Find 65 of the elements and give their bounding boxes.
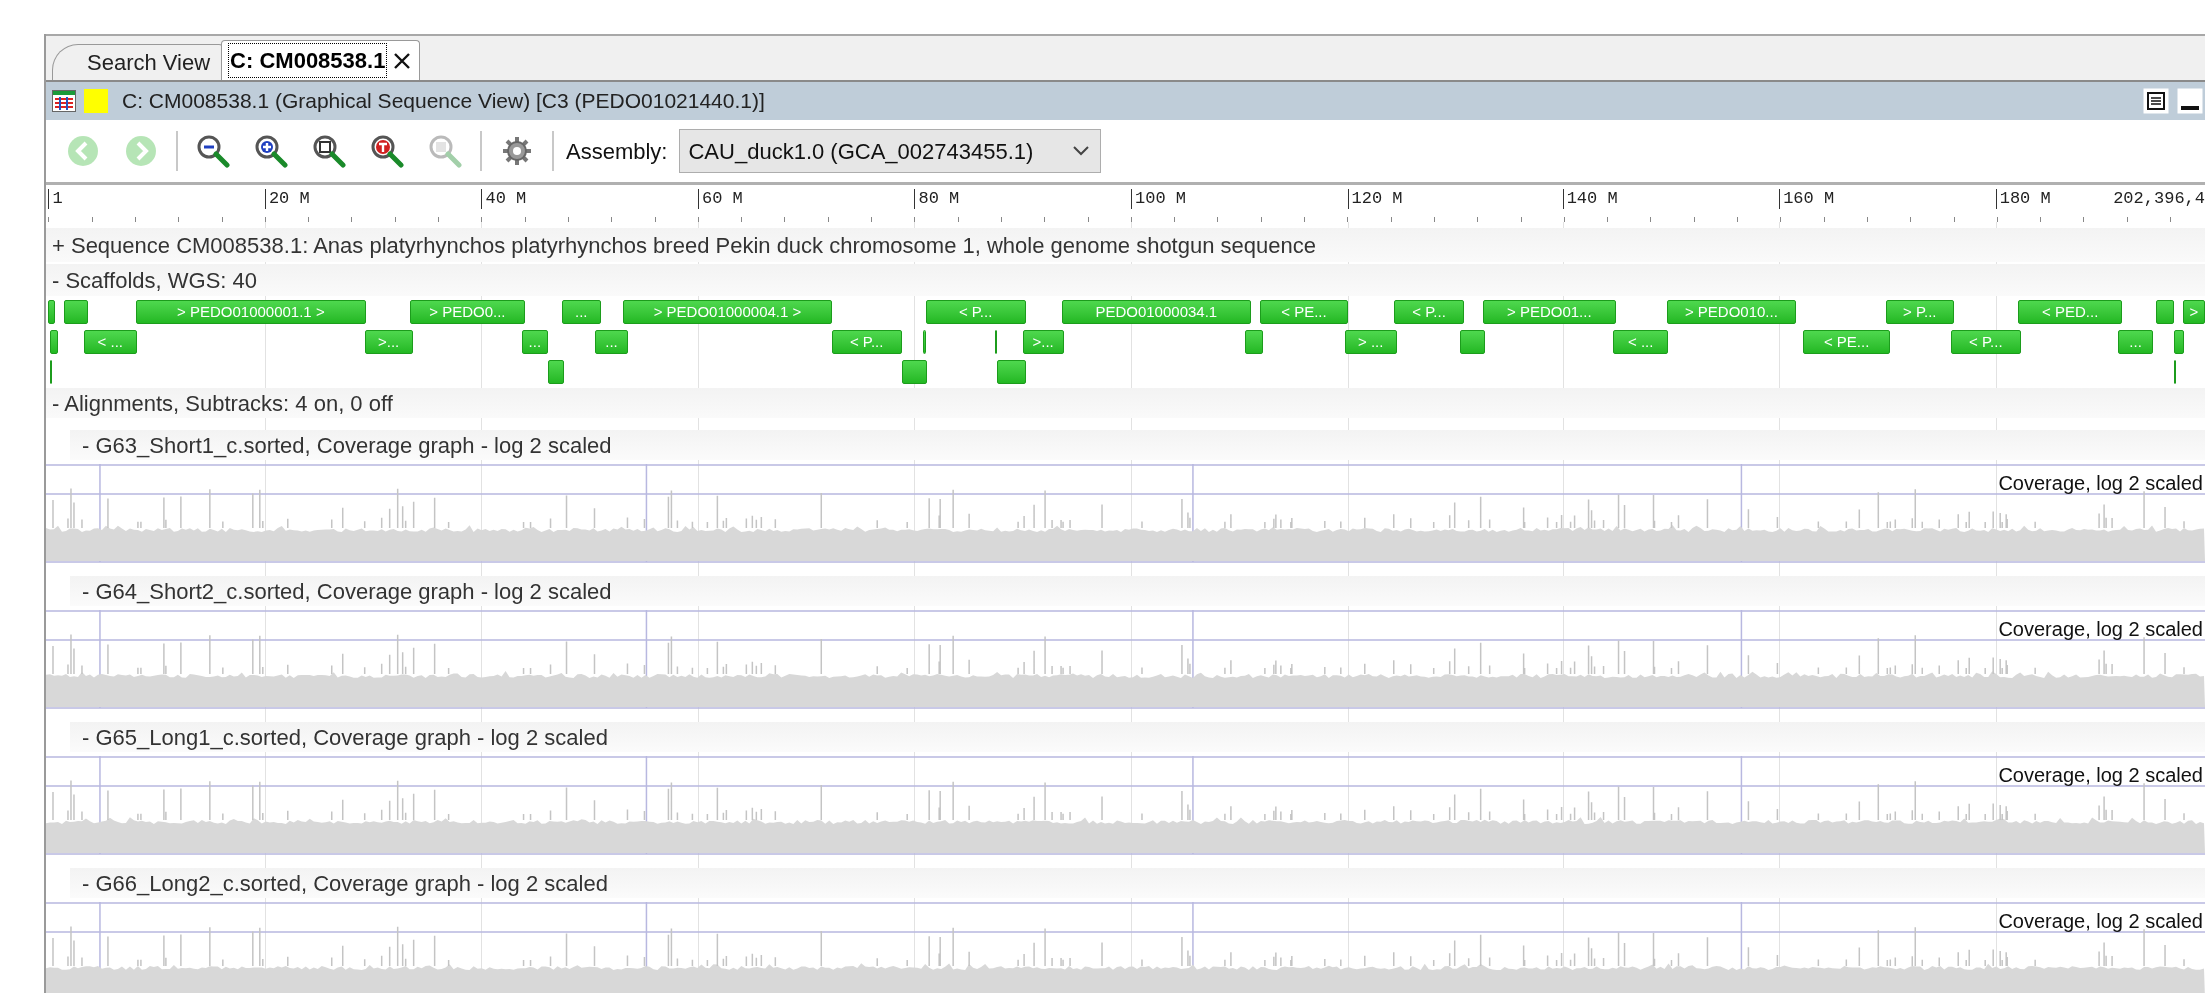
scaffold-feature[interactable] <box>48 300 56 324</box>
scaffold-feature[interactable]: PEDO01000034.1 <box>1062 300 1251 324</box>
tab[interactable]: Search View <box>52 44 224 80</box>
scaffold-feature[interactable] <box>922 330 926 354</box>
scaffold-feature[interactable] <box>2174 360 2177 384</box>
scaffold-feature[interactable] <box>2174 330 2185 354</box>
tick-label: 100 M <box>1131 189 1187 209</box>
tick-label: 40 M <box>481 189 527 209</box>
scaffold-feature[interactable]: < PE... <box>1803 330 1891 354</box>
minimize-icon[interactable] <box>2177 88 2203 114</box>
tick-label: 60 M <box>697 189 743 209</box>
scaffold-feature[interactable]: < ... <box>83 330 137 354</box>
assembly-dropdown[interactable]: CAU_duck1.0 (GCA_002743455.1) <box>679 129 1102 173</box>
scaffold-feature[interactable] <box>63 300 88 324</box>
scaffold-feature[interactable] <box>49 360 52 384</box>
scaffold-feature[interactable] <box>547 360 565 384</box>
scaffold-feature[interactable]: > PEDO0... <box>409 300 525 324</box>
list-icon[interactable] <box>2143 88 2169 114</box>
scaffold-feature[interactable]: < P... <box>925 300 1026 324</box>
scaffold-feature[interactable]: > PEDO01000001.1 > <box>135 300 367 324</box>
scaffold-feature[interactable]: ... <box>2118 330 2154 354</box>
track-header[interactable]: - Alignments, Subtracks: 4 on, 0 off <box>52 386 393 420</box>
scaffold-feature[interactable]: ... <box>595 330 628 354</box>
scaffold-feature[interactable]: >... <box>364 330 413 354</box>
tick-label: 160 M <box>1779 189 1835 209</box>
scaffold-feature[interactable] <box>1244 330 1264 354</box>
scaffold-feature[interactable]: < P... <box>831 330 902 354</box>
tick-label: 120 M <box>1347 189 1403 209</box>
tick-label: 140 M <box>1562 189 1618 209</box>
scaffold-feature[interactable]: >... <box>1022 330 1064 354</box>
tick-label: 1 <box>48 189 63 209</box>
scaffold-feature[interactable] <box>1460 330 1486 354</box>
scaffold-feature[interactable] <box>997 360 1026 384</box>
scaffold-feature[interactable] <box>901 360 928 384</box>
scaffold-feature[interactable]: < P... <box>1950 330 2021 354</box>
scaffold-feature[interactable] <box>49 330 59 354</box>
scaffold-feature[interactable]: > PEDO010... <box>1666 300 1797 324</box>
view-title: C: CM008538.1 (Graphical Sequence View) [C3 (PEDO01021440.1)] <box>122 88 765 115</box>
scaffold-feature[interactable]: > <box>2182 300 2205 324</box>
scaffold-feature[interactable]: < P... <box>1393 300 1465 324</box>
track-header[interactable]: - Scaffolds, WGS: 40 <box>52 263 257 297</box>
scaffold-feature[interactable] <box>2156 300 2175 324</box>
scaffold-feature[interactable]: > PEDO01... <box>1482 300 1617 324</box>
assembly-label: Assembly: <box>566 137 668 166</box>
coverage-label: Coverage, log 2 scaled <box>1998 471 2203 496</box>
scaffold-feature[interactable]: < ... <box>1613 330 1669 354</box>
coverage-label: Coverage, log 2 scaled <box>1998 763 2203 788</box>
scaffold-feature[interactable]: < PE... <box>1260 300 1348 324</box>
coverage-label: Coverage, log 2 scaled <box>1998 617 2203 642</box>
tick-label: 180 M <box>1995 189 2051 209</box>
scaffold-feature[interactable] <box>994 330 998 354</box>
scaffold-feature[interactable]: > PEDO01000004.1 > <box>623 300 832 324</box>
tick-label: 20 M <box>264 189 310 209</box>
tick-label: 80 M <box>914 189 960 209</box>
coverage-label: Coverage, log 2 scaled <box>1998 909 2203 934</box>
color-swatch <box>84 89 108 113</box>
ruler-end-label: 202,396,4 <box>2113 189 2205 209</box>
tab[interactable]: C: CM008538.1 <box>221 40 421 80</box>
scaffold-feature[interactable]: ... <box>561 300 601 324</box>
grid-icon <box>52 90 76 112</box>
scaffold-feature[interactable]: > P... <box>1886 300 1954 324</box>
scaffold-feature[interactable]: > ... <box>1344 330 1397 354</box>
scaffold-feature[interactable]: < PED... <box>2018 300 2123 324</box>
chevron-down-icon[interactable] <box>1072 145 1091 157</box>
scaffold-feature[interactable]: ... <box>522 330 548 354</box>
